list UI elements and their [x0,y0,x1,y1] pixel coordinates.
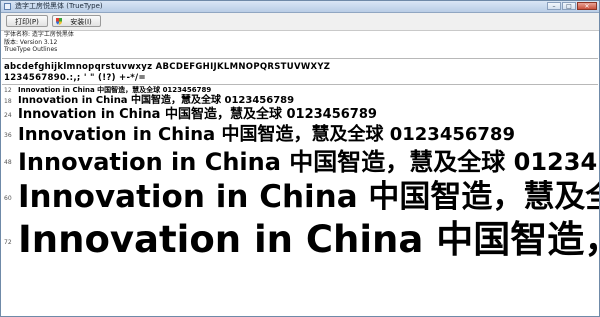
sample-size: 48 [4,159,12,166]
sample-size: 36 [4,132,12,139]
sample-size: 12 [4,87,12,94]
font-version: 版本: Version 3.12 [4,38,58,46]
toolbar: 打印(P) 安装(I) [1,13,599,31]
font-file-icon [4,3,11,10]
font-outline-type: TrueType Outlines [4,46,58,54]
shield-icon [56,18,62,25]
window-controls: – □ ✕ [547,2,597,10]
sample-text: Innovation in China 中国智造，慧及全球 0123456789 [18,148,599,176]
install-button[interactable]: 安装(I) [52,15,101,27]
title-bar[interactable]: 造字工房悦黑体 (TrueType) – □ ✕ [1,1,599,13]
minimize-button[interactable]: – [547,2,561,10]
sample-size: 18 [4,98,12,105]
character-set: abcdefghijklmnopqrstuvwxyz ABCDEFGHIJKLM… [4,62,330,84]
font-name: 字体名称: 造字工房悦黑体 [4,31,74,38]
close-button[interactable]: ✕ [577,2,597,10]
sample-text: Innovation in China 中国智造，慧及全球 0123456789 [18,179,599,215]
sample-row: 48 Innovation in China 中国智造，慧及全球 0123456… [1,146,599,178]
sample-row: 72 Innovation in China 中国智造，慧及全球 [1,216,599,266]
sample-row: 60 Innovation in China 中国智造，慧及全球 0123456… [1,177,599,217]
maximize-button[interactable]: □ [562,2,576,10]
char-line-digits: 1234567890.:,; ' " (!?) +-*/= [4,73,146,83]
divider [2,58,598,59]
print-button[interactable]: 打印(P) [6,15,48,27]
sample-text: Innovation in China 中国智造，慧及全球 [18,218,599,261]
sample-size: 72 [4,239,12,246]
install-label: 安装(I) [70,18,92,26]
sample-row: 36 Innovation in China 中国智造，慧及全球 0123456… [1,122,599,148]
sample-size: 24 [4,112,12,119]
font-viewer-window: 造字工房悦黑体 (TrueType) – □ ✕ 打印(P) 安装(I) 字体名… [0,0,600,317]
window-title: 造字工房悦黑体 (TrueType) [15,2,103,10]
sample-size: 60 [4,195,12,202]
sample-text: Innovation in China 中国智造，慧及全球 0123456789 [18,124,515,145]
font-info: 字体名称: 造字工房悦黑体 版本: Version 3.12 TrueType … [4,31,74,54]
char-line-letters: abcdefghijklmnopqrstuvwxyz ABCDEFGHIJKLM… [4,62,331,72]
